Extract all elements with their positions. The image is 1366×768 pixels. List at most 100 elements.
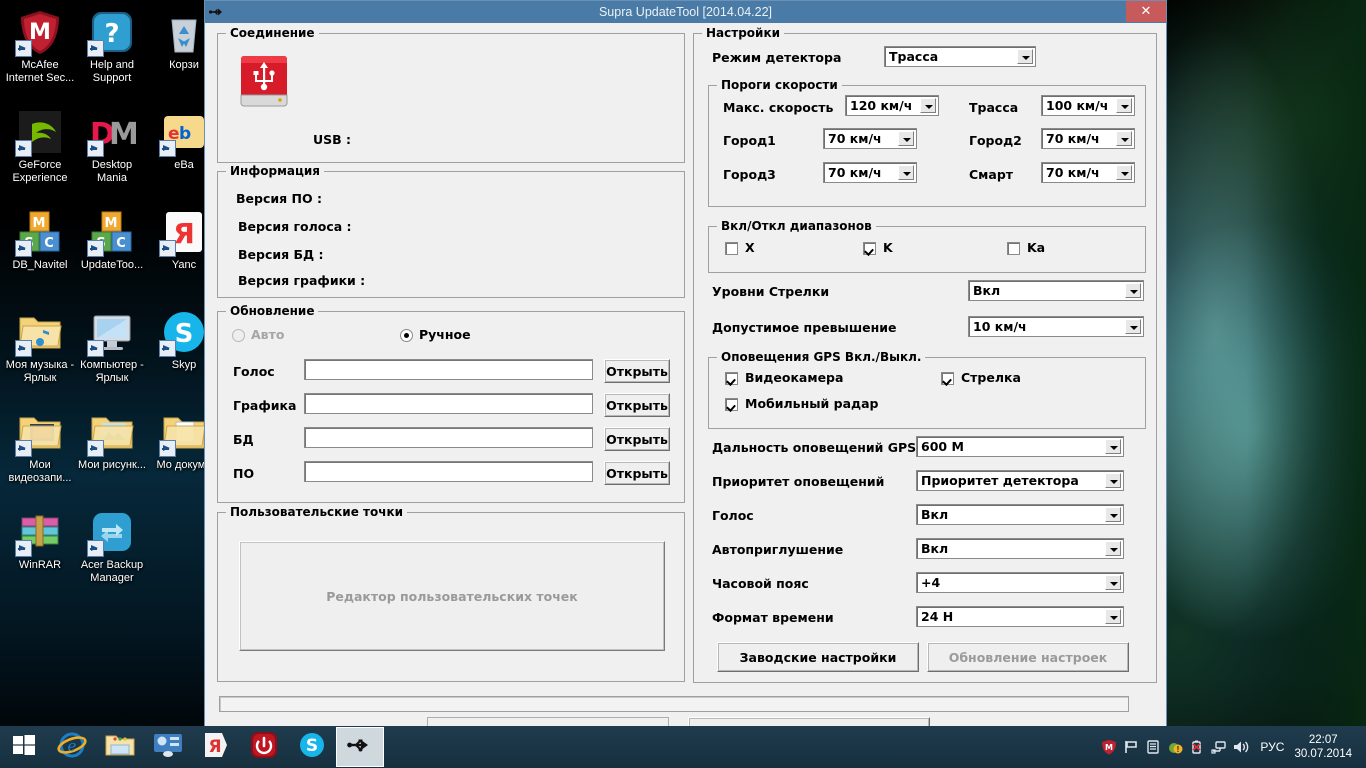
- city3-select[interactable]: 70 км/ч: [823, 162, 917, 183]
- alert-priority-label: Приоритет оповещений: [712, 474, 884, 489]
- smart-select[interactable]: 70 км/ч: [1041, 162, 1135, 183]
- desktop-icon-help-and-support[interactable]: ? Help and Support: [76, 8, 148, 85]
- alert-camera-checkbox[interactable]: [725, 372, 738, 385]
- desktop-icon-updatetool[interactable]: MSC UpdateToo...: [76, 208, 148, 272]
- chevron-down-icon[interactable]: [1105, 507, 1121, 522]
- voice-setting-select[interactable]: Вкл: [916, 504, 1124, 525]
- network-icon[interactable]: [1208, 726, 1230, 768]
- auto-mute-label: Автоприглушение: [712, 542, 843, 557]
- db-open-button[interactable]: Открыть: [604, 427, 670, 451]
- taskbar-start-button[interactable]: [0, 727, 48, 767]
- alert-strelka-checkbox[interactable]: [941, 372, 954, 385]
- highway-select[interactable]: 100 км/ч: [1041, 95, 1135, 116]
- dm-icon: DM: [88, 108, 136, 156]
- taskbar-skype[interactable]: S: [288, 727, 336, 767]
- alert-mobile-radar-checkbox[interactable]: [725, 398, 738, 411]
- band-k-checkbox[interactable]: [863, 242, 876, 255]
- mcafee-tray-icon[interactable]: M: [1098, 726, 1120, 768]
- desktop-icon-acer-backup-manager[interactable]: Acer Backup Manager: [76, 508, 148, 585]
- battery-x-icon[interactable]: [1186, 726, 1208, 768]
- chevron-down-icon[interactable]: [1116, 98, 1132, 113]
- city1-label: Город1: [723, 133, 776, 148]
- language-indicator[interactable]: РУС: [1252, 740, 1292, 754]
- allowed-excess-select[interactable]: 10 км/ч: [968, 316, 1144, 337]
- city1-select[interactable]: 70 км/ч: [823, 128, 917, 149]
- clock[interactable]: 22:07 30.07.2014: [1292, 733, 1360, 761]
- timezone-select[interactable]: +4: [916, 572, 1124, 593]
- alert-priority-select[interactable]: Приоритет детектора: [916, 470, 1124, 491]
- chevron-down-icon[interactable]: [898, 131, 914, 146]
- gps-range-select[interactable]: 600 М: [916, 436, 1124, 457]
- list-tray-icon[interactable]: [1142, 726, 1164, 768]
- desktop-icon-label: WinRAR: [4, 559, 76, 572]
- desktop-icon-geforce-experience[interactable]: GeForce Experience: [4, 108, 76, 185]
- taskbar-file-explorer[interactable]: [96, 727, 144, 767]
- taskbar-yandex-browser[interactable]: Я: [192, 727, 240, 767]
- chevron-down-icon[interactable]: [1105, 439, 1121, 454]
- svg-text:!: !: [1177, 745, 1181, 754]
- chevron-down-icon[interactable]: [1125, 319, 1141, 334]
- taskbar-internet-explorer[interactable]: e: [48, 727, 96, 767]
- desktop-icon-mcafee-internet-security[interactable]: M McAfee Internet Sec...: [4, 8, 76, 85]
- alert-camera-label: Видеокамера: [745, 370, 843, 385]
- chevron-down-icon[interactable]: [1105, 575, 1121, 590]
- close-icon[interactable]: ✕: [1126, 1, 1166, 22]
- chevron-down-icon[interactable]: [920, 98, 936, 113]
- auto-mute-select[interactable]: Вкл: [916, 538, 1124, 559]
- chevron-down-icon[interactable]: [898, 165, 914, 180]
- power-icon: [250, 731, 278, 764]
- shield-icon: M: [16, 8, 64, 56]
- taskbar-control-panel[interactable]: [144, 727, 192, 767]
- desktop-icon-winrar[interactable]: WinRAR: [4, 508, 76, 572]
- graphics-open-button[interactable]: Открыть: [604, 393, 670, 417]
- update-settings-button[interactable]: Обновление настроек: [927, 642, 1129, 672]
- voice-open-button[interactable]: Открыть: [604, 359, 670, 383]
- factory-settings-button[interactable]: Заводские настройки: [717, 642, 919, 672]
- max-speed-select[interactable]: 120 км/ч: [845, 95, 939, 116]
- desktop-icon-label: Acer Backup Manager: [76, 559, 148, 585]
- voice-path-input[interactable]: [304, 359, 593, 380]
- chevron-down-icon[interactable]: [1105, 541, 1121, 556]
- window-titlebar[interactable]: Supra UpdateTool [2014.04.22] ✕: [205, 1, 1166, 23]
- taskbar[interactable]: e Я S M: [0, 726, 1366, 768]
- detector-mode-select[interactable]: Трасса: [884, 46, 1036, 67]
- flag-tray-icon[interactable]: [1120, 726, 1142, 768]
- city3-value: 70 км/ч: [828, 165, 882, 180]
- desktop-icon-db-navitel[interactable]: MSC DB_Navitel: [4, 208, 76, 272]
- chevron-down-icon[interactable]: [1017, 49, 1033, 64]
- user-points-editor-button[interactable]: Редактор пользовательских точек: [239, 541, 665, 651]
- band-ka-label: Ka: [1027, 240, 1045, 255]
- taskbar-power-tool[interactable]: [240, 727, 288, 767]
- svg-text:M: M: [29, 20, 51, 45]
- desktop-icon-desktop-mania[interactable]: DM Desktop Mania: [76, 108, 148, 185]
- chevron-down-icon[interactable]: [1125, 283, 1141, 298]
- band-x-checkbox[interactable]: [725, 242, 738, 255]
- chevron-down-icon[interactable]: [1116, 165, 1132, 180]
- recycle-bin-icon: [160, 8, 208, 56]
- software-open-button[interactable]: Открыть: [604, 461, 670, 485]
- svg-text:S: S: [306, 736, 318, 756]
- chevron-down-icon[interactable]: [1105, 473, 1121, 488]
- desktop-icon-my-music[interactable]: Моя музыка - Ярлык: [4, 308, 76, 385]
- supra-updatetool-window[interactable]: Supra UpdateTool [2014.04.22] ✕ Соединен…: [204, 0, 1167, 760]
- alert-mobile-radar-label: Мобильный радар: [745, 396, 878, 411]
- arrow-levels-select[interactable]: Вкл: [968, 280, 1144, 301]
- radio-manual[interactable]: [400, 329, 413, 342]
- desktop-icon-my-videos[interactable]: Мои видеозапи...: [4, 408, 76, 485]
- time-format-select[interactable]: 24 H: [916, 606, 1124, 627]
- city2-select[interactable]: 70 км/ч: [1041, 128, 1135, 149]
- graphics-path-input[interactable]: [304, 393, 593, 414]
- volume-icon[interactable]: [1230, 726, 1252, 768]
- taskbar-supra-updatetool[interactable]: [336, 727, 384, 767]
- desktop-icon-computer[interactable]: Компьютер - Ярлык: [76, 308, 148, 385]
- warning-tray-icon[interactable]: !: [1164, 726, 1186, 768]
- db-path-input[interactable]: [304, 427, 593, 448]
- software-path-input[interactable]: [304, 461, 593, 482]
- chevron-down-icon[interactable]: [1116, 131, 1132, 146]
- desktop-icon-my-pictures[interactable]: Мои рисунк...: [76, 408, 148, 472]
- band-ka-checkbox[interactable]: [1007, 242, 1020, 255]
- smart-label: Смарт: [969, 167, 1013, 182]
- gps-range-value: 600 М: [921, 439, 964, 454]
- chevron-down-icon[interactable]: [1105, 609, 1121, 624]
- radio-auto[interactable]: [232, 329, 245, 342]
